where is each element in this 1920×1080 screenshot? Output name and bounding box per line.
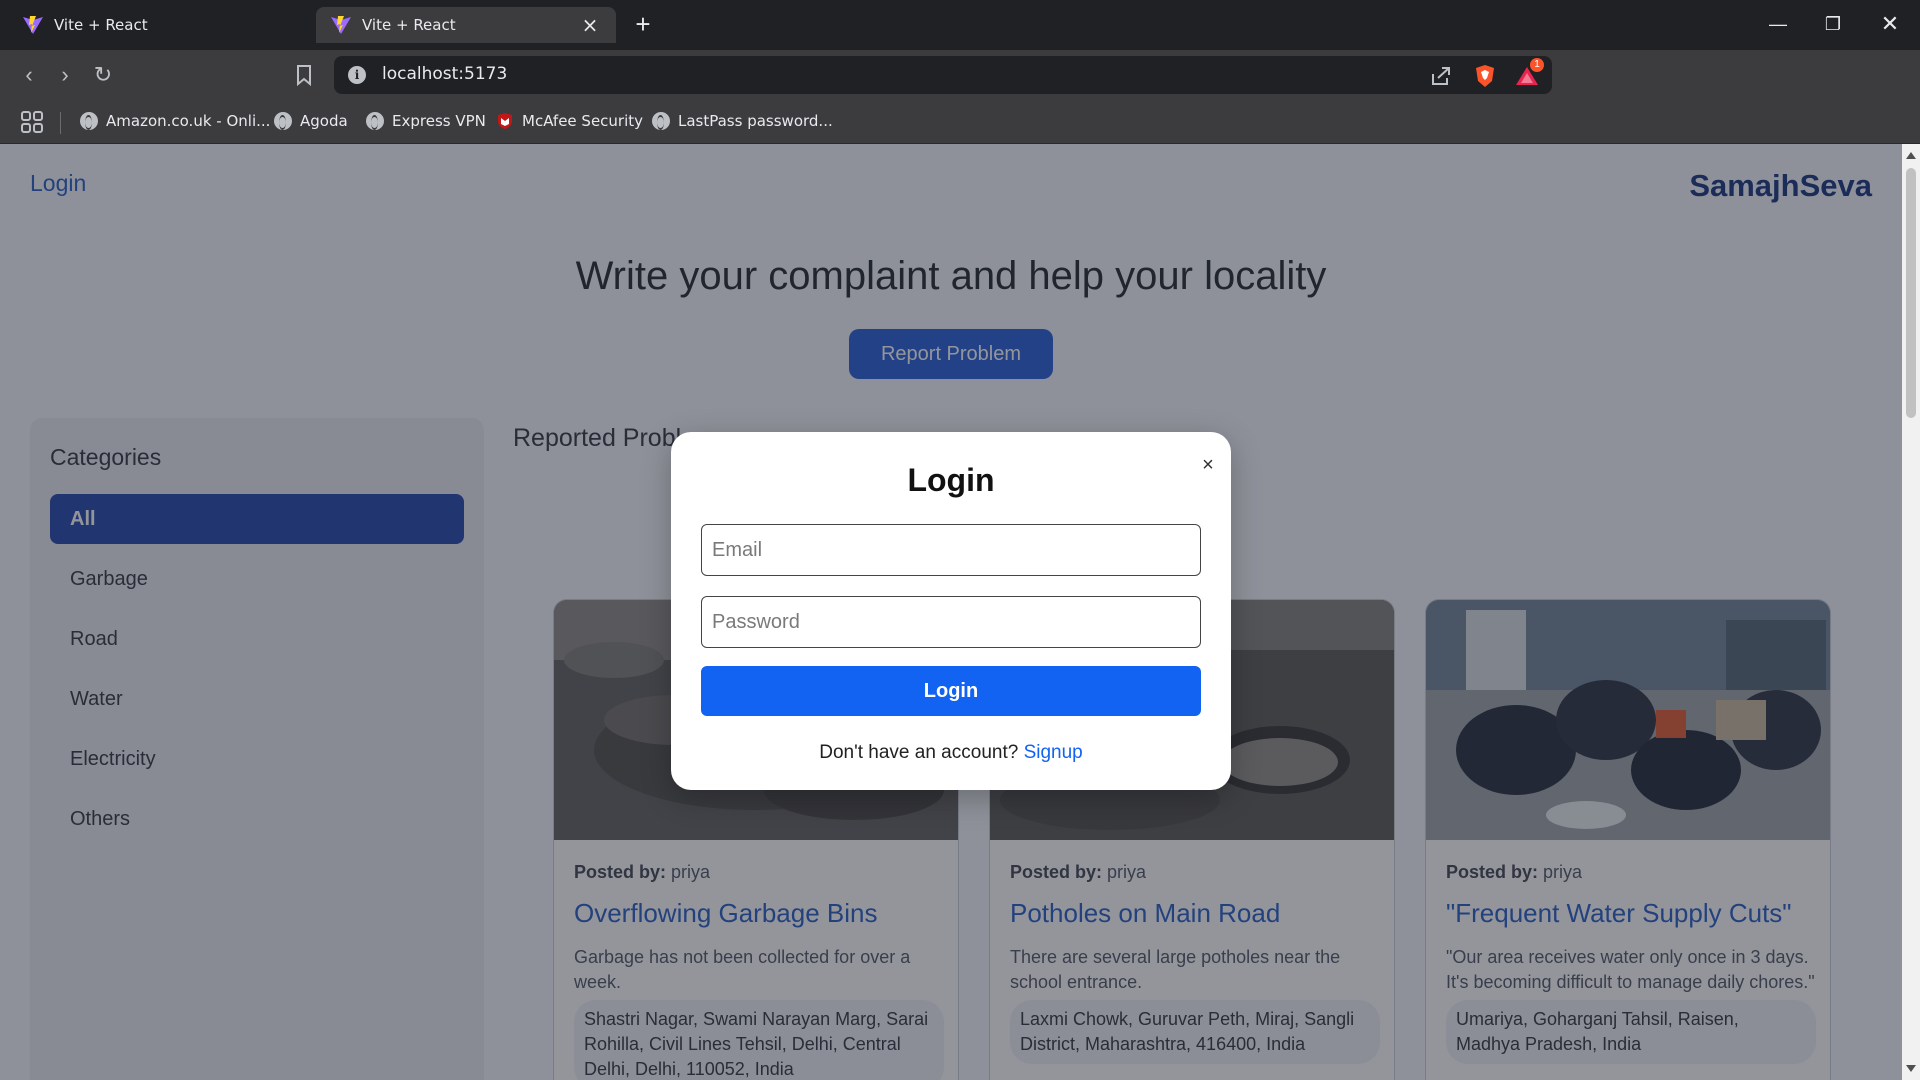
close-icon[interactable]: × [1195,452,1221,478]
tab-title: Vite + React [54,16,148,34]
signup-link[interactable]: Signup [1024,742,1083,763]
globe-icon [366,112,384,130]
tab-title: Vite + React [362,16,456,34]
bookmark-label: LastPass password... [678,112,833,130]
address-bar[interactable]: i localhost:5173 1 [334,56,1552,94]
reload-icon[interactable]: ↻ [88,60,118,90]
new-tab-icon[interactable]: + [628,10,658,40]
bookmark-agoda[interactable]: Agoda [274,112,348,130]
bookmark-icon[interactable] [295,64,313,86]
url-text[interactable]: localhost:5173 [382,64,507,84]
browser-tab-active[interactable]: Vite + React × [316,7,616,43]
page-viewport: Login SamajhSeva Write your complaint an… [0,144,1902,1080]
signup-prompt: Don't have an account? Signup [671,742,1231,764]
bookmark-label: McAfee Security [522,112,644,130]
mcafee-shield-icon [498,113,512,129]
bookmark-label: Amazon.co.uk - Onli... [106,112,271,130]
globe-icon [652,112,670,130]
bookmark-mcafee[interactable]: McAfee Security [496,112,643,130]
login-submit-button[interactable]: Login [701,666,1201,716]
bookmarks-bar: Amazon.co.uk - Onli... Agoda Express VPN… [0,100,1920,144]
globe-icon [80,112,98,130]
page-scrollbar[interactable] [1902,144,1920,1080]
share-icon[interactable] [1428,64,1454,88]
close-window-icon[interactable]: ✕ [1870,8,1910,40]
bookmark-separator [60,112,61,134]
modal-title: Login [907,462,995,498]
vite-logo-icon [23,16,43,34]
brave-shields-icon[interactable] [1472,64,1498,88]
forward-icon[interactable]: › [50,60,80,90]
password-field[interactable] [701,596,1201,648]
minimize-icon[interactable]: — [1758,8,1798,40]
scroll-up-arrow-icon[interactable] [1906,152,1916,159]
notification-badge: 1 [1530,58,1544,72]
back-icon[interactable]: ‹ [14,60,44,90]
browser-tab[interactable]: Vite + React [8,7,308,43]
bookmark-lastpass[interactable]: LastPass password... [652,112,833,130]
apps-grid-icon[interactable] [20,110,44,134]
restore-icon[interactable]: ❐ [1813,8,1853,40]
login-modal: Login × Login Don't have an account? Sig… [671,432,1231,790]
globe-icon [274,112,292,130]
signup-prompt-text: Don't have an account? [819,742,1019,763]
scroll-down-arrow-icon[interactable] [1906,1065,1916,1072]
vite-logo-icon [331,16,351,34]
site-info-icon[interactable]: i [348,66,366,84]
bookmark-label: Agoda [300,112,348,130]
browser-title-bar: Vite + React Vite + React × + — ❐ ✕ [0,0,1920,50]
bookmark-label: Express VPN [392,112,486,130]
bookmark-express-vpn[interactable]: Express VPN [366,112,486,130]
scrollbar-thumb[interactable] [1906,168,1916,418]
close-tab-icon[interactable]: × [578,13,602,37]
email-field[interactable] [701,524,1201,576]
bookmark-amazon[interactable]: Amazon.co.uk - Onli... [80,112,270,130]
